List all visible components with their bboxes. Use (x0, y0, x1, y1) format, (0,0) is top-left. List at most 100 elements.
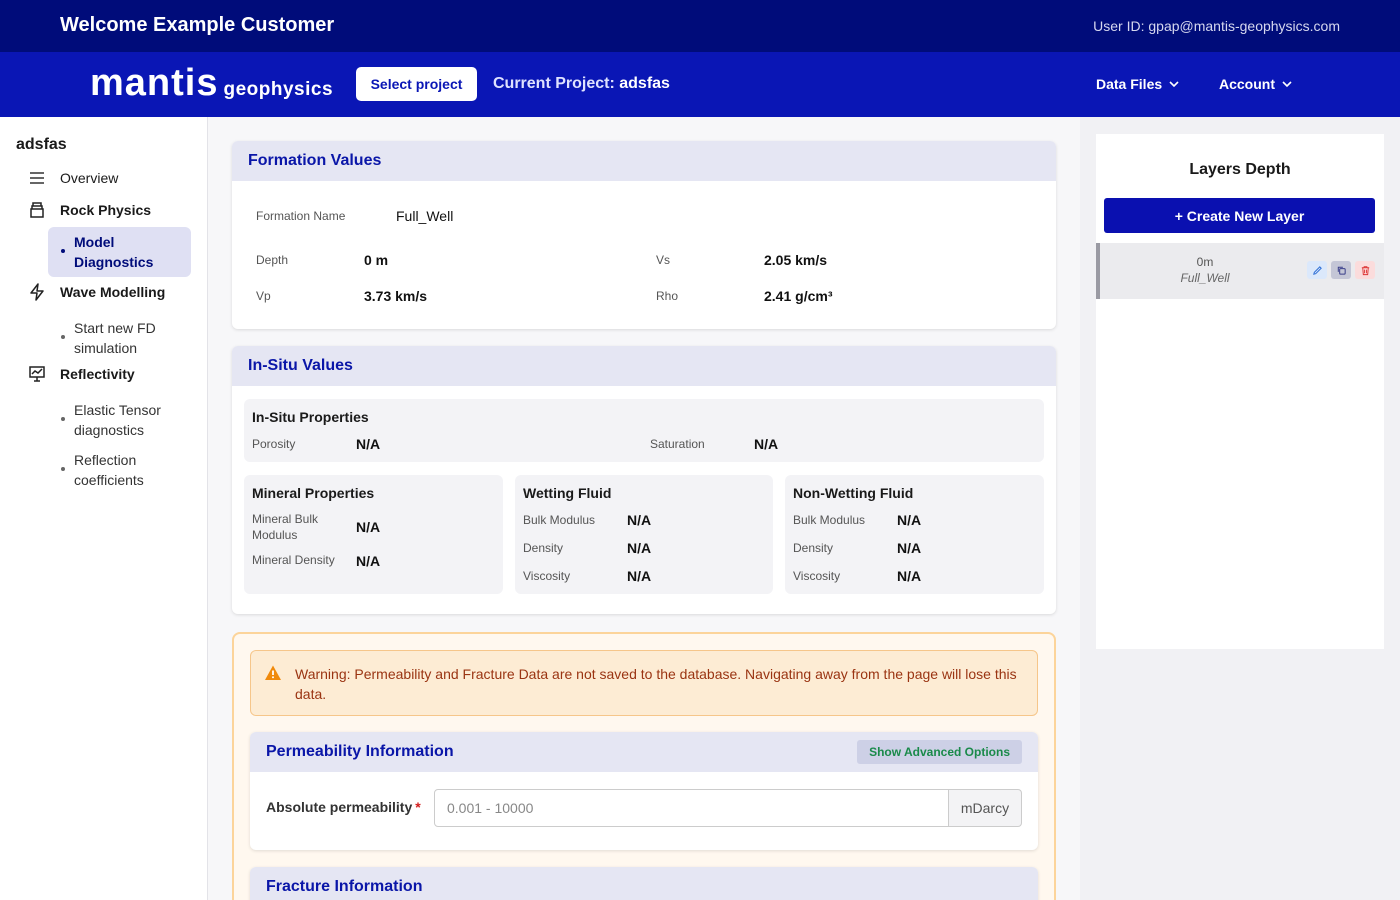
lightning-icon (30, 283, 44, 301)
chevron-down-icon (1169, 81, 1179, 88)
mineral-bulk-label: Mineral Bulk Modulus (252, 512, 319, 542)
mineral-density-value: N/A (356, 553, 381, 569)
porosity-label: Porosity (252, 437, 296, 451)
account-label: Account (1219, 76, 1275, 92)
in-situ-values-card: In-Situ Values In-Situ Properties Porosi… (232, 346, 1056, 614)
absolute-permeability-input[interactable]: 0.001 - 10000 (434, 789, 950, 827)
layers-depth-panel: Layers Depth + Create New Layer 0m Full_… (1096, 134, 1384, 649)
vp-label: Vp (256, 289, 271, 303)
permeability-form: Absolute permeability * 0.001 - 10000 mDa… (250, 772, 1038, 850)
permeability-card: Permeability Information Show Advanced O… (250, 732, 1038, 850)
wetting-viscosity-label: Viscosity (523, 569, 571, 583)
mineral-bulk-value: N/A (356, 519, 381, 535)
layer-name: Full_Well (1180, 271, 1230, 285)
permeability-fracture-panel: Warning: Permeability and Fracture Data … (232, 632, 1056, 900)
layer-row[interactable]: 0m Full_Well (1096, 243, 1384, 299)
layers-depth-title: Layers Depth (1189, 161, 1291, 178)
vs-value: 2.05 km/s (764, 252, 828, 268)
section-title: Mineral Properties (252, 485, 375, 501)
chevron-down-icon (1282, 81, 1292, 88)
wetting-viscosity-value: N/A (627, 568, 652, 584)
non-wetting-fluid-box: Non-Wetting Fluid Bulk Modulus N/A Densi… (785, 475, 1044, 594)
card-header: Permeability Information Show Advanced O… (250, 732, 1038, 772)
create-new-layer-button[interactable]: + Create New Layer (1104, 198, 1375, 233)
data-files-menu[interactable]: Data Files (1096, 76, 1180, 92)
rho-value: 2.41 g/cm³ (764, 288, 833, 304)
depth-value: 0 m (364, 252, 389, 268)
card-header: In-Situ Values (232, 346, 1056, 386)
nonwetting-bulk-label: Bulk Modulus (793, 513, 866, 527)
layer-depth: 0m (1196, 255, 1214, 269)
card-title: Permeability Information (266, 743, 454, 760)
sidebar-item-label: Reflectivity (60, 366, 135, 382)
sidebar-item-reflectivity[interactable]: Reflectivity (28, 365, 135, 383)
logo-sub: geophysics (223, 79, 334, 100)
chart-presentation-icon (29, 366, 45, 382)
formation-values-card: Formation Values Formation Name Full_Wel… (232, 141, 1056, 329)
layers-panel-column: Layers Depth + Create New Layer 0m Full_… (1080, 117, 1400, 900)
logo-main: mantis (90, 62, 219, 104)
nonwetting-density-label: Density (793, 541, 834, 555)
sidebar: adsfas Overview Rock Physics Model Diagn… (0, 117, 208, 900)
required-mark: * (415, 799, 421, 815)
current-project-label: Current Project: (493, 75, 615, 92)
data-files-label: Data Files (1096, 76, 1163, 92)
fracture-card: Fracture Information (250, 867, 1038, 900)
absolute-permeability-label: Absolute permeability * (266, 799, 421, 815)
select-project-button[interactable]: Select project (356, 67, 477, 101)
sidebar-item-rock-physics[interactable]: Rock Physics (28, 201, 151, 219)
card-title: Fracture Information (266, 878, 423, 895)
sidebar-item-elastic-tensor[interactable]: Elastic Tensor diagnostics (48, 395, 191, 445)
rho-label: Rho (656, 289, 679, 303)
card-header: Fracture Information (250, 867, 1038, 900)
wetting-fluid-box: Wetting Fluid Bulk Modulus N/A Density N… (515, 475, 773, 594)
sidebar-item-label: Rock Physics (60, 202, 152, 218)
trash-icon (1361, 265, 1369, 275)
sidebar-item-start-fd-simulation[interactable]: Start new FD simulation (48, 313, 191, 363)
sidebar-item-label: Wave Modelling (60, 284, 166, 300)
current-project-name: adsfas (619, 75, 670, 92)
vs-label: Vs (656, 253, 671, 267)
sidebar-item-overview[interactable]: Overview (28, 169, 118, 187)
warning-text: Warning: Permeability and Fracture Data … (295, 666, 1017, 702)
wetting-bulk-value: N/A (627, 512, 652, 528)
pencil-icon (1312, 265, 1322, 275)
sidebar-item-label: Overview (60, 170, 119, 186)
section-title: Non-Wetting Fluid (793, 485, 914, 501)
warning-alert: Warning: Permeability and Fracture Data … (250, 650, 1038, 716)
delete-layer-button[interactable] (1355, 261, 1375, 279)
show-advanced-options-button[interactable]: Show Advanced Options (857, 740, 1022, 764)
saturation-value: N/A (754, 436, 779, 452)
sidebar-item-reflection-coefficients[interactable]: Reflection coefficients (48, 445, 191, 495)
account-menu[interactable]: Account (1219, 76, 1293, 92)
sidebar-project-name: adsfas (16, 136, 67, 153)
depth-label: Depth (256, 253, 289, 267)
nonwetting-bulk-value: N/A (897, 512, 922, 528)
absolute-permeability-text: Absolute permeability (266, 799, 413, 815)
nonwetting-density-value: N/A (897, 540, 922, 556)
warning-icon (265, 665, 281, 680)
section-title: Wetting Fluid (523, 485, 612, 501)
duplicate-layer-button[interactable] (1331, 261, 1351, 279)
wetting-density-value: N/A (627, 540, 652, 556)
permeability-unit: mDarcy (948, 789, 1022, 827)
card-header: Formation Values (232, 141, 1056, 181)
porosity-value: N/A (356, 436, 381, 452)
logo[interactable]: mantis geophysics (90, 62, 333, 105)
card-title: Formation Values (248, 152, 382, 169)
formation-name-value: Full_Well (396, 208, 454, 224)
nav-bar: mantis geophysics Select project Current… (0, 52, 1400, 117)
mineral-properties-box: Mineral Properties Mineral Bulk Modulus … (244, 475, 503, 594)
current-project: Current Project: adsfas (493, 75, 670, 93)
sidebar-item-model-diagnostics[interactable]: Model Diagnostics (48, 227, 191, 277)
formation-name-label: Formation Name (256, 209, 346, 223)
edit-layer-button[interactable] (1307, 261, 1327, 279)
vp-value: 3.73 km/s (364, 288, 428, 304)
nonwetting-viscosity-label: Viscosity (793, 569, 841, 583)
wetting-density-label: Density (523, 541, 564, 555)
welcome-text: Welcome Example Customer (60, 14, 335, 36)
in-situ-properties-box: In-Situ Properties Porosity N/A Saturati… (244, 399, 1044, 462)
wetting-bulk-label: Bulk Modulus (523, 513, 596, 527)
card-title: In-Situ Values (248, 357, 353, 374)
sidebar-item-wave-modelling[interactable]: Wave Modelling (28, 283, 165, 301)
